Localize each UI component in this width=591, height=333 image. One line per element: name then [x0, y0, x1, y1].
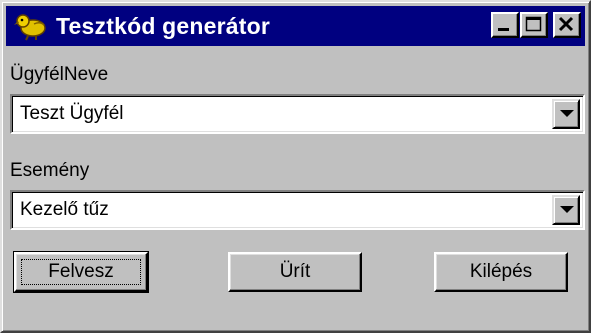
client-name-select[interactable]: Teszt Ügyfél	[10, 94, 585, 134]
client-name-value: Teszt Ügyfél	[20, 103, 124, 124]
minimize-icon	[498, 28, 509, 31]
maximize-icon	[525, 16, 542, 32]
title-bar[interactable]: Tesztkód generátor	[6, 6, 585, 46]
maximize-button[interactable]	[520, 12, 548, 38]
add-button[interactable]: Felvesz	[13, 251, 149, 293]
chevron-down-icon	[560, 110, 574, 117]
close-icon	[558, 16, 574, 32]
chevron-down-icon	[560, 206, 574, 213]
event-dropdown-button[interactable]	[552, 195, 580, 225]
exit-button-label: Kilépés	[469, 261, 533, 282]
add-button-label: Felvesz	[48, 261, 114, 282]
kiwi-bird-icon[interactable]	[14, 11, 48, 41]
client-name-label: ÜgyfélNeve	[10, 64, 109, 85]
event-label: Esemény	[10, 160, 90, 181]
clear-button[interactable]: Ürít	[228, 252, 362, 292]
clear-button-label: Ürít	[279, 261, 311, 282]
app-window: Tesztkód generátor ÜgyfélNeve Teszt Ügyf…	[0, 0, 591, 333]
client-name-dropdown-button[interactable]	[552, 99, 580, 129]
event-select[interactable]: Kezelő tűz	[10, 190, 585, 230]
exit-button[interactable]: Kilépés	[434, 252, 568, 292]
minimize-button[interactable]	[491, 12, 519, 38]
close-button[interactable]	[553, 12, 581, 38]
event-value: Kezelő tűz	[20, 199, 109, 220]
window-title: Tesztkód generátor	[56, 13, 271, 39]
